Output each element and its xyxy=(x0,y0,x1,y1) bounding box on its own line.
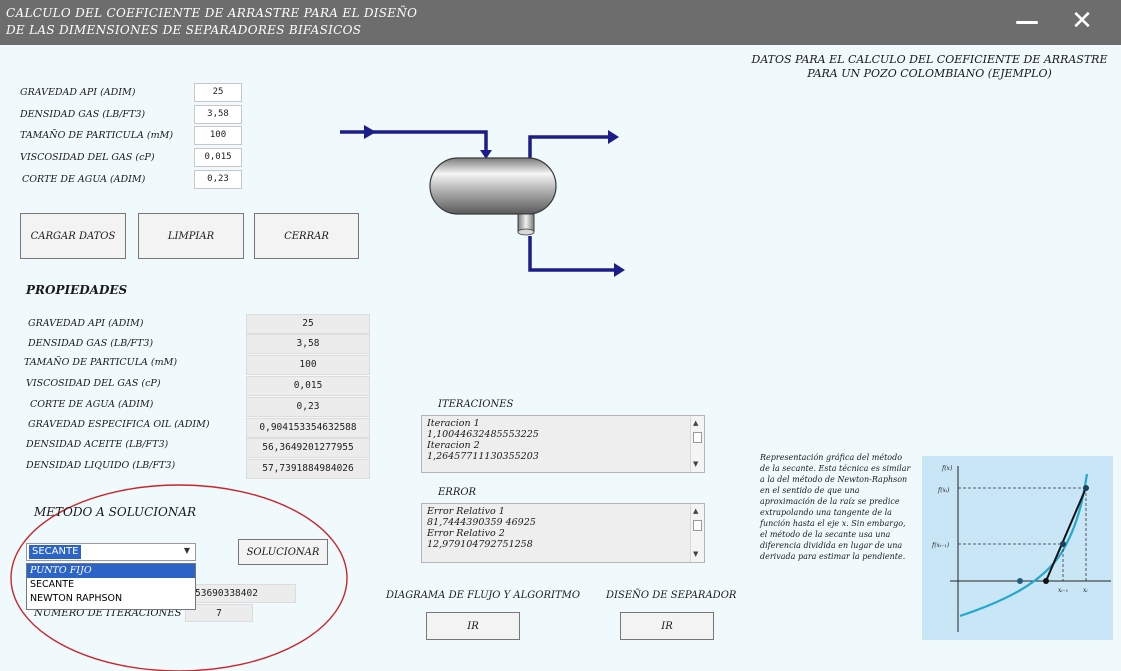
error-line: 81,7444390359 46925 xyxy=(427,517,536,528)
iterations-line: 1,10044632485553225 xyxy=(427,429,539,440)
scroll-thumb[interactable] xyxy=(693,432,702,443)
scroll-thumb[interactable] xyxy=(693,520,702,531)
load-data-button[interactable]: CARGAR DATOS xyxy=(20,213,126,259)
water-cut-input[interactable]: 0,23 xyxy=(194,170,242,189)
method-selected-value: SECANTE xyxy=(29,545,82,559)
api-label: GRAVEDAD API (ADIM) xyxy=(20,87,136,98)
iterations-line: 1,26457711130355203 xyxy=(427,451,539,462)
example-note: DATOS PARA EL CALCULO DEL COEFICIENTE DE… xyxy=(738,53,1121,81)
error-scrollbar[interactable]: ▲ ▼ xyxy=(690,504,704,562)
separator-diagram xyxy=(340,125,625,277)
title-bar: CALCULO DEL COEFICIENTE DE ARRASTRE PARA… xyxy=(0,0,1121,45)
graph-label-fxim1: f(xᵢ₋₁) xyxy=(931,542,950,549)
property-label: DENSIDAD GAS (LB/FT3) xyxy=(28,338,154,349)
property-label: DENSIDAD LIQUIDO (LB/FT3) xyxy=(26,460,176,471)
gas-density-input[interactable]: 3,58 xyxy=(194,105,242,124)
error-line: 12,979104792751258 xyxy=(427,539,533,550)
iterations-line: Iteracion 2 xyxy=(427,440,480,451)
property-label: TAMAÑO DE PARTICULA (mM) xyxy=(24,357,178,368)
window-title-line2: DE LAS DIMENSIONES DE SEPARADORES BIFASI… xyxy=(6,23,362,37)
clear-button[interactable]: LIMPIAR xyxy=(138,213,244,259)
property-value: 100 xyxy=(246,355,370,375)
window-title-line1: CALCULO DEL COEFICIENTE DE ARRASTRE PARA… xyxy=(6,6,418,20)
separator-design-label: DISEÑO DE SEPARADOR xyxy=(606,590,737,601)
iterations-line: Iteracion 1 xyxy=(427,418,480,429)
scroll-down-icon: ▼ xyxy=(693,460,699,468)
water-cut-label: CORTE DE AGUA (ADIM) xyxy=(22,174,146,185)
flow-diagram-button[interactable]: IR xyxy=(426,612,520,640)
scroll-up-icon: ▲ xyxy=(693,507,699,515)
graph-label-xi: xᵢ xyxy=(1083,587,1088,594)
close-icon: ✕ xyxy=(1071,6,1093,36)
gas-outlet-pipe xyxy=(528,130,619,158)
property-value: 57,7391884984026 xyxy=(246,459,370,479)
graph-label-fx: f(x) xyxy=(941,465,953,472)
property-value: 56,3649201277955 xyxy=(246,438,370,458)
error-line: Error Relativo 1 xyxy=(427,506,505,517)
particle-size-label: TAMAÑO DE PARTICULA (mM) xyxy=(20,130,174,141)
iterations-list[interactable]: Iteracion 1 1,10044632485553225 Iteracio… xyxy=(421,415,705,473)
property-value: 3,58 xyxy=(246,334,370,354)
error-heading: ERROR xyxy=(438,487,477,498)
example-note-line1: DATOS PARA EL CALCULO DEL COEFICIENTE DE… xyxy=(751,53,1108,66)
property-label: GRAVEDAD API (ADIM) xyxy=(28,318,144,329)
property-label: VISCOSIDAD DEL GAS (cP) xyxy=(26,378,161,389)
property-value: 0,015 xyxy=(246,376,370,396)
property-value: 0,904153354632588 xyxy=(246,418,370,438)
chevron-down-icon: ▼ xyxy=(183,546,190,555)
solve-button[interactable]: SOLUCIONAR xyxy=(238,539,328,565)
secant-description: Representación gráfica del método de la … xyxy=(760,453,911,561)
property-label: CORTE DE AGUA (ADIM) xyxy=(30,399,154,410)
scroll-up-icon: ▲ xyxy=(693,419,699,427)
vessel-icon xyxy=(429,157,557,236)
error-list[interactable]: Error Relativo 1 81,7444390359 46925 Err… xyxy=(421,503,705,563)
example-note-line2: PARA UN POZO COLOMBIANO (EJEMPLO) xyxy=(807,67,1052,80)
method-dropdown-list[interactable]: PUNTO FIJO SECANTE NEWTON RAPHSON xyxy=(26,563,196,610)
method-select[interactable]: SECANTE ▼ xyxy=(26,543,196,561)
graph-label-fxi: f(xᵢ) xyxy=(937,487,950,494)
property-label: GRAVEDAD ESPECIFICA OIL (ADIM) xyxy=(28,419,210,430)
property-value: 25 xyxy=(246,314,370,334)
iterations-scrollbar[interactable]: ▲ ▼ xyxy=(690,416,704,472)
graph-label-xim1: xᵢ₋₁ xyxy=(1058,587,1068,594)
gas-viscosity-label: VISCOSIDAD DEL GAS (cP) xyxy=(20,152,155,163)
property-value: 0,23 xyxy=(246,397,370,417)
separator-design-button[interactable]: IR xyxy=(620,612,714,640)
secant-graph: f(x) f(xᵢ) f(xᵢ₋₁) xᵢ₋₁ xᵢ xyxy=(922,456,1113,640)
error-line: Error Relativo 2 xyxy=(427,528,505,539)
method-heading: METODO A SOLUCIONAR xyxy=(34,505,197,519)
liquid-outlet-pipe xyxy=(528,236,625,277)
iterations-heading: ITERACIONES xyxy=(438,399,514,410)
minimize-button[interactable]: — xyxy=(1008,4,1046,38)
api-input[interactable]: 25 xyxy=(194,83,242,102)
scroll-down-icon: ▼ xyxy=(693,550,699,558)
property-label: DENSIDAD ACEITE (LB/FT3) xyxy=(26,439,169,450)
flow-diagram-label: DIAGRAMA DE FLUJO Y ALGORITMO xyxy=(386,590,581,601)
close-window-button[interactable]: ✕ xyxy=(1060,4,1104,38)
gas-density-label: DENSIDAD GAS (LB/FT3) xyxy=(20,109,146,120)
minimize-icon: — xyxy=(1015,7,1039,35)
method-option[interactable]: PUNTO FIJO xyxy=(27,564,195,578)
particle-size-input[interactable]: 100 xyxy=(194,126,242,145)
inlet-pipe xyxy=(340,125,492,159)
method-option[interactable]: SECANTE xyxy=(27,578,195,592)
properties-heading: PROPIEDADES xyxy=(26,283,128,297)
method-option[interactable]: NEWTON RAPHSON xyxy=(27,592,195,606)
gas-viscosity-input[interactable]: 0,015 xyxy=(194,148,242,167)
